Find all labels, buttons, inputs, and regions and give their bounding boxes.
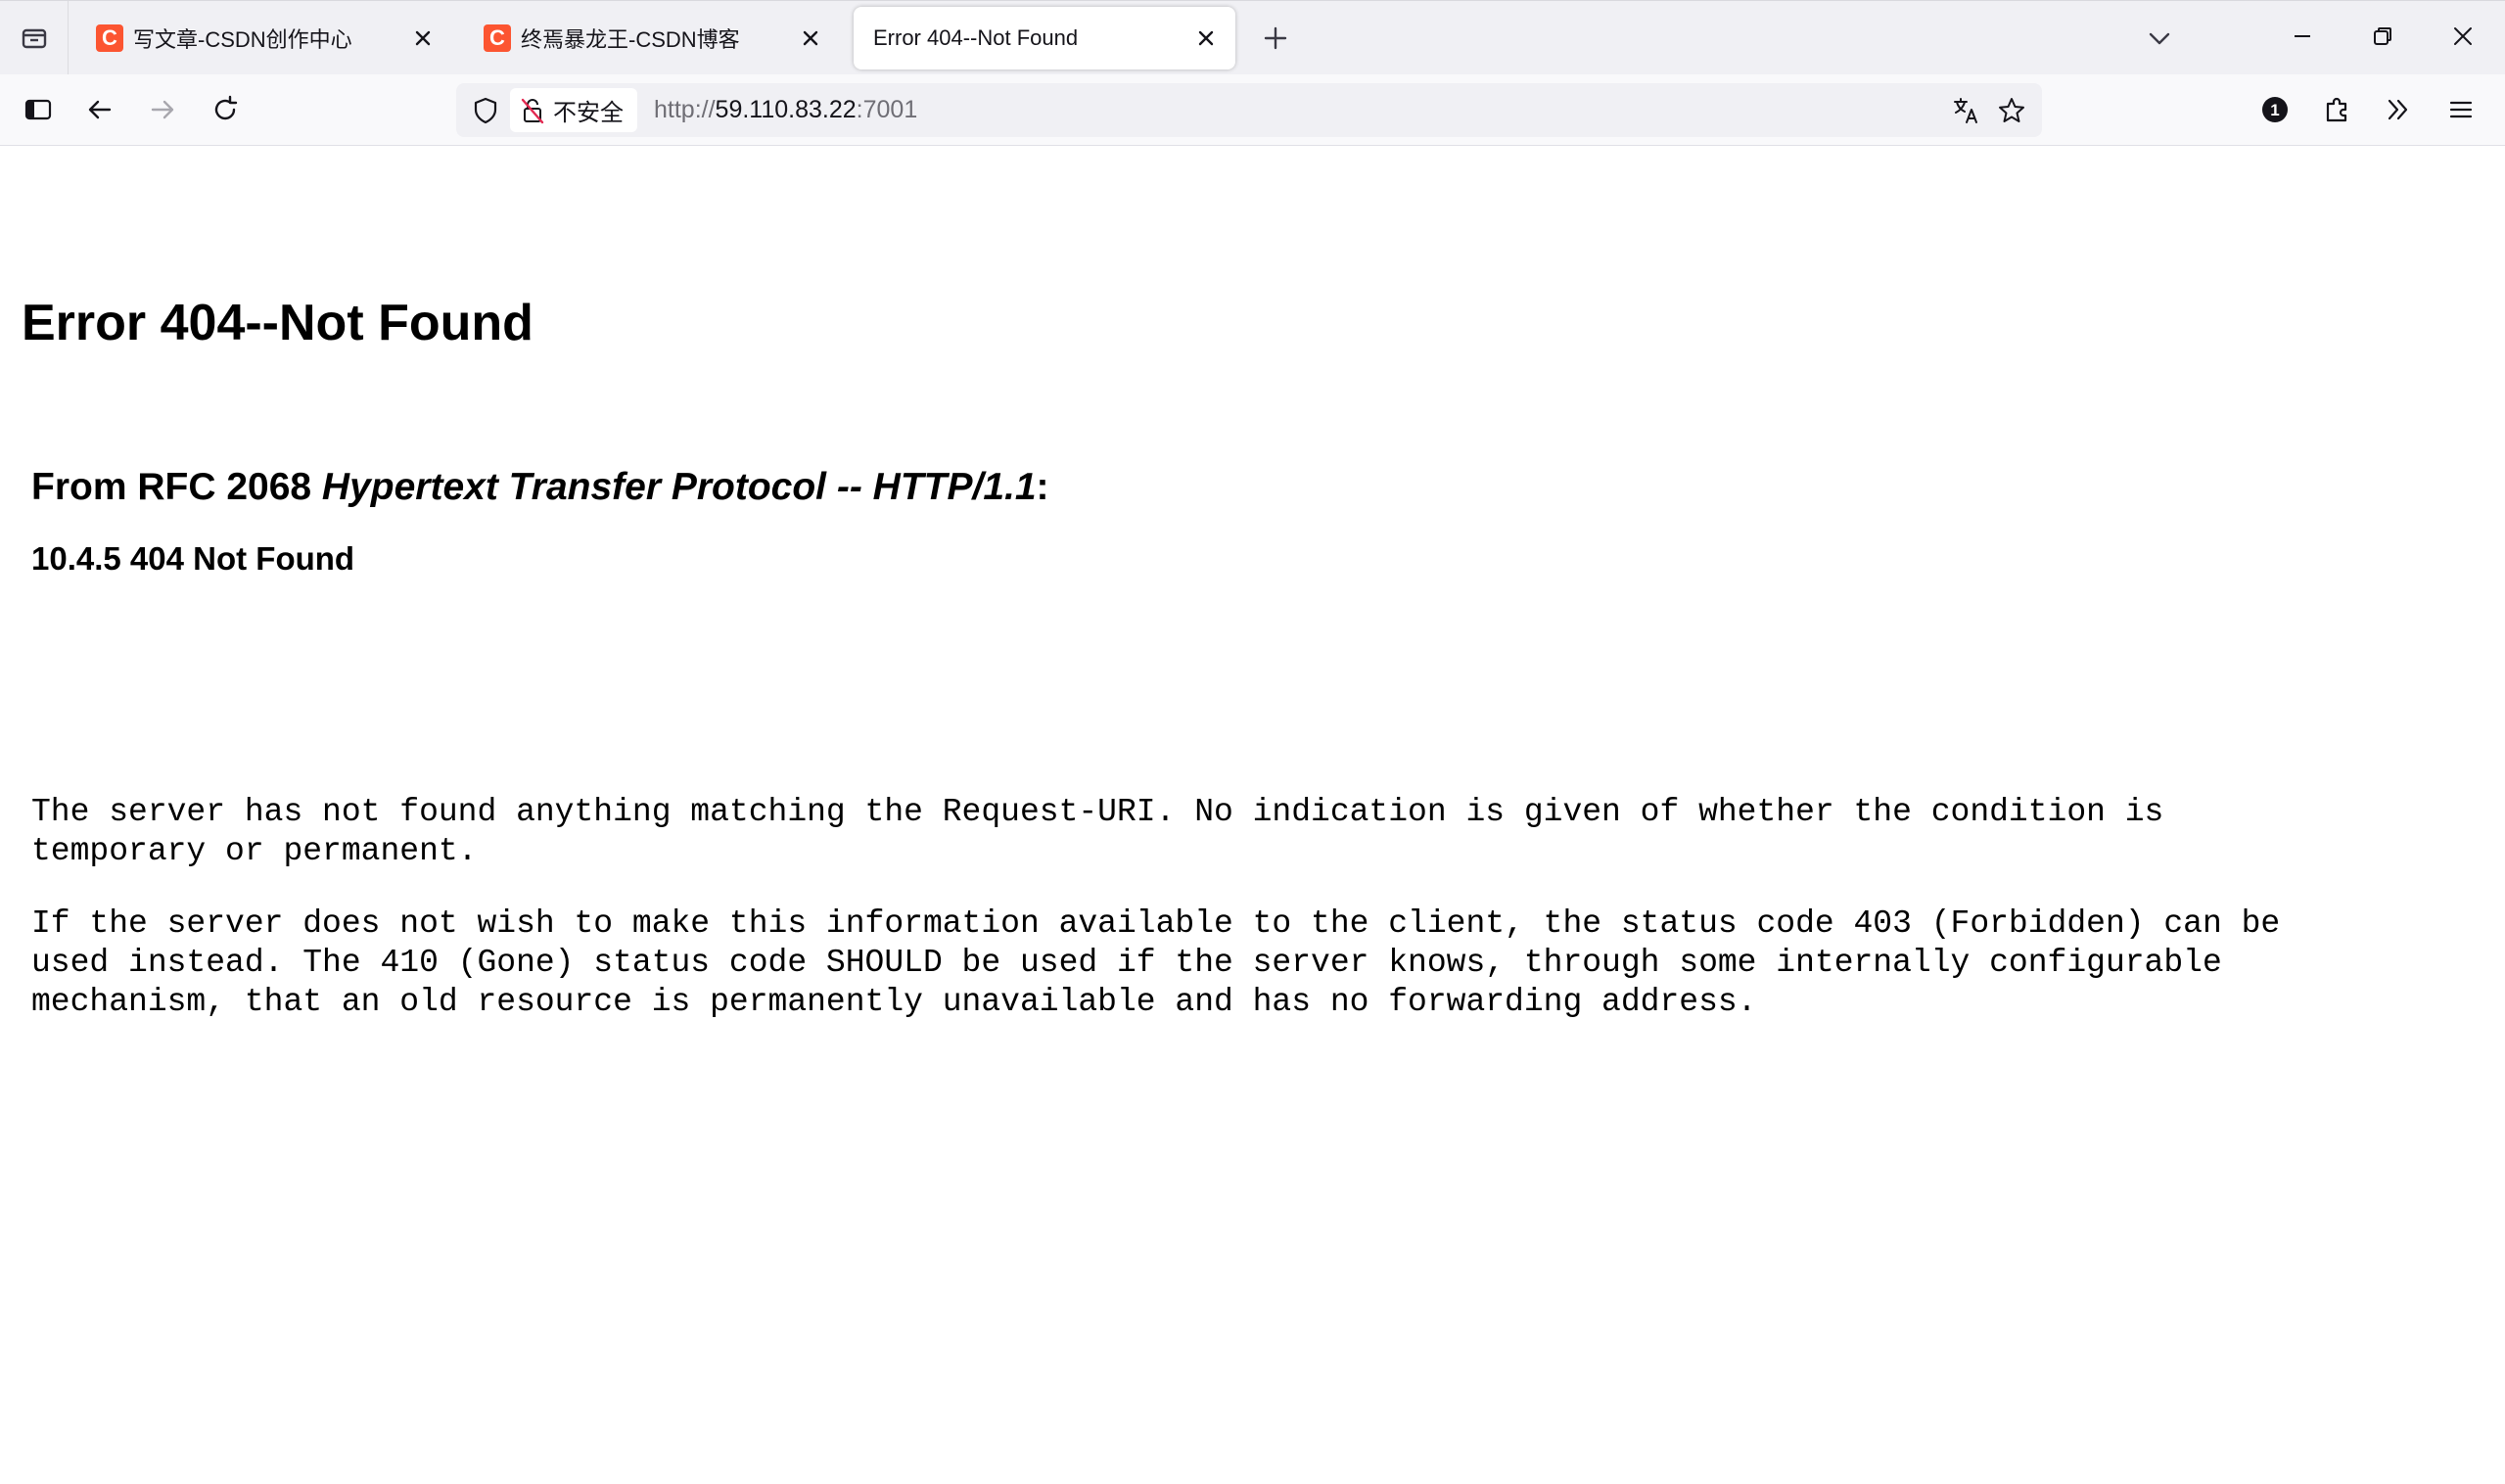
tab-error-404[interactable]: Error 404--Not Found (854, 7, 1235, 70)
toolbar-badge-number: 1 (2270, 101, 2279, 119)
arrow-left-icon (88, 100, 112, 119)
rfc-suffix: : (1036, 466, 1049, 508)
tab-title: 写文章-CSDN创作中心 (133, 27, 352, 52)
csdn-favicon-icon: C (484, 24, 511, 52)
translate-icon (1954, 98, 1977, 123)
tab-strip: C 写文章-CSDN创作中心 C 终焉暴龙王-CSDN博客 Error 404-… (0, 0, 2505, 75)
restore-button[interactable] (2353, 11, 2412, 62)
minimize-button[interactable] (2273, 11, 2332, 62)
new-tab-button[interactable] (1256, 19, 1295, 58)
tab-title: 终焉暴龙王-CSDN博客 (521, 27, 740, 52)
back-button[interactable] (76, 86, 123, 133)
reload-icon (214, 95, 238, 120)
tab-csdn-blog[interactable]: C 终焉暴龙王-CSDN博客 (464, 7, 840, 70)
paragraph-not-found: The server has not found anything matchi… (31, 794, 2164, 869)
tab-close-button[interactable] (795, 23, 826, 54)
address-bar[interactable]: 不安全 http://59.110.83.22:7001 (456, 83, 2042, 137)
double-chevron-right-icon (2388, 99, 2408, 120)
navigation-toolbar: 不安全 http://59.110.83.22:7001 1 (0, 74, 2505, 146)
app-menu-button[interactable] (2437, 86, 2484, 133)
csdn-favicon-icon: C (96, 24, 123, 52)
sidebar-toggle-button[interactable] (15, 86, 62, 133)
paragraph-forbidden: If the server does not wish to make this… (31, 905, 2281, 1020)
url-host: 59.110.83.22 (715, 96, 857, 123)
reload-button[interactable] (202, 86, 249, 133)
password-manager-button[interactable]: 1 (2251, 86, 2298, 133)
close-icon (1198, 30, 1214, 46)
tracking-protection-button[interactable] (466, 91, 505, 130)
translate-button[interactable] (1947, 91, 1986, 130)
tab-list-icon (22, 28, 46, 49)
arrow-right-icon (151, 100, 174, 119)
close-icon (2454, 27, 2472, 45)
hamburger-menu-icon (2449, 101, 2473, 118)
tab-close-button[interactable] (1190, 23, 1222, 54)
close-icon (415, 30, 431, 46)
rfc-prefix: From RFC 2068 (31, 466, 322, 508)
star-icon (1999, 98, 2024, 122)
list-all-tabs-button[interactable] (2140, 19, 2179, 58)
url-scheme: http:// (654, 96, 716, 123)
more-tools-button[interactable] (2375, 86, 2422, 133)
shield-icon (474, 97, 497, 124)
insecure-label: 不安全 (553, 100, 624, 126)
plus-icon (1264, 26, 1287, 50)
section-heading: 10.4.5 404 Not Found (31, 540, 355, 577)
sidebar-icon (24, 99, 52, 120)
site-security-indicator[interactable]: 不安全 (510, 88, 637, 132)
tab-csdn-editor[interactable]: C 写文章-CSDN创作中心 (76, 7, 452, 70)
url-port: :7001 (856, 96, 918, 123)
chevron-down-icon (2149, 32, 2170, 45)
rfc-title: Hypertext Transfer Protocol -- HTTP/1.1 (321, 466, 1037, 508)
rfc-heading: From RFC 2068 Hypertext Transfer Protoco… (31, 466, 1049, 509)
tab-title: Error 404--Not Found (873, 25, 1079, 50)
tab-list-button[interactable] (0, 1, 69, 75)
tab-close-button[interactable] (407, 23, 439, 54)
puzzle-piece-icon (2326, 97, 2347, 122)
close-icon (803, 30, 818, 46)
url-text[interactable]: http://59.110.83.22:7001 (654, 83, 917, 137)
extensions-button[interactable] (2314, 86, 2361, 133)
restore-icon (2374, 27, 2391, 45)
insecure-lock-icon (520, 97, 545, 124)
minimize-icon (2295, 35, 2310, 37)
close-window-button[interactable] (2434, 11, 2492, 62)
bookmark-star-button[interactable] (1992, 91, 2031, 130)
forward-button[interactable] (139, 86, 186, 133)
badge-one-icon: 1 (2262, 97, 2288, 122)
page-title: Error 404--Not Found (22, 295, 533, 351)
page-content: Error 404--Not Found From RFC 2068 Hyper… (0, 147, 2505, 1484)
